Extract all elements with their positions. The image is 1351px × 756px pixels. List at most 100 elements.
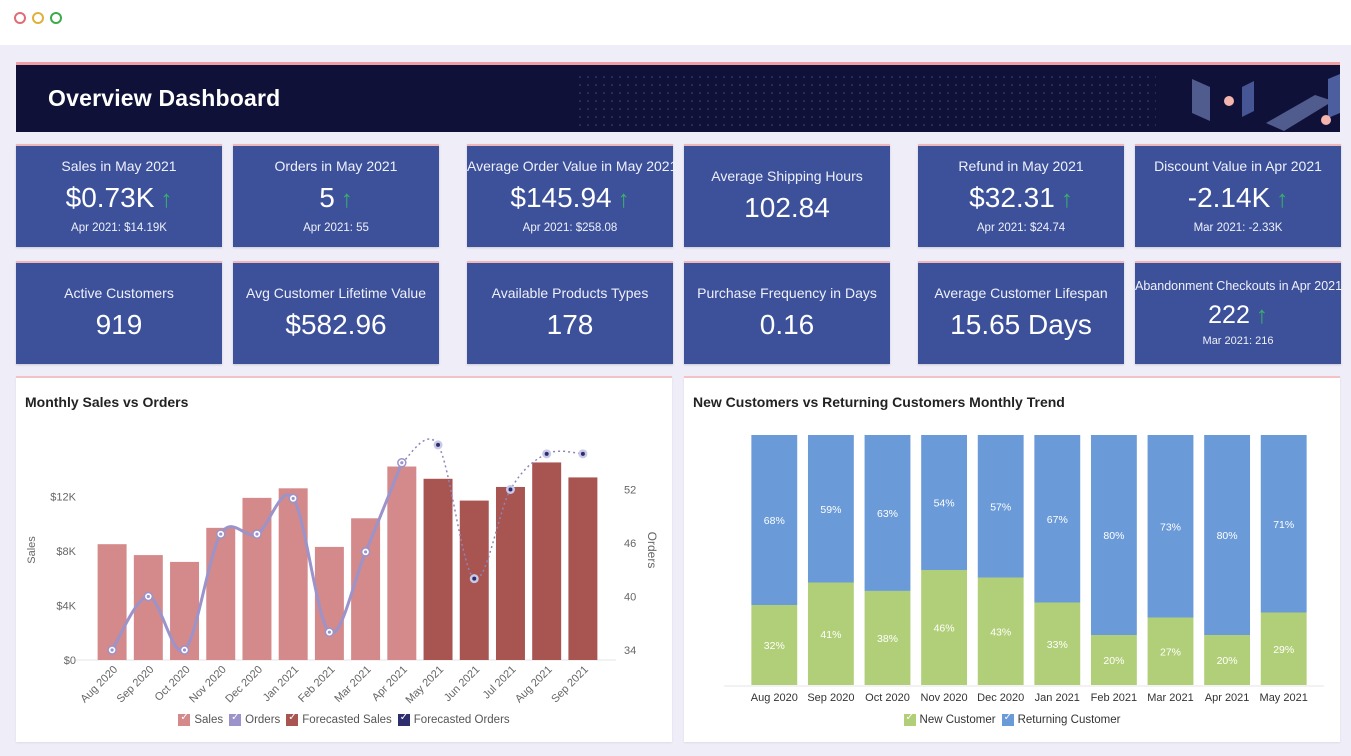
x-tick-label: Jan 2021 bbox=[1035, 692, 1080, 704]
kpi-value: 15.65 Days bbox=[950, 309, 1092, 340]
kpi-title: Orders in May 2021 bbox=[274, 158, 398, 174]
new-customer-data-label: 33% bbox=[1047, 639, 1068, 651]
kpi-card[interactable]: Sales in May 2021 $0.73K ↑ Apr 2021: $14.19… bbox=[16, 144, 222, 247]
kpi-value-row: 102.84 bbox=[684, 192, 890, 224]
banner-decoration-icon bbox=[1192, 74, 1340, 131]
orders-point-center bbox=[327, 630, 331, 634]
sales-bar bbox=[97, 544, 127, 660]
x-tick-label: Feb 2021 bbox=[296, 664, 337, 705]
new-customer-data-label: 41% bbox=[820, 629, 841, 641]
legend-checkbox-icon[interactable] bbox=[1001, 712, 1014, 726]
x-tick-label: Oct 2020 bbox=[865, 692, 910, 704]
x-tick-label: May 2021 bbox=[404, 664, 447, 707]
kpi-value-row: $145.94 ↑ bbox=[467, 182, 673, 214]
kpi-card[interactable]: Orders in May 2021 5 ↑ Apr 2021: 55 bbox=[233, 144, 439, 247]
x-tick-label: Sep 2020 bbox=[807, 692, 854, 704]
y-axis-label: Sales bbox=[26, 536, 38, 564]
x-tick-label: Jan 2021 bbox=[261, 664, 301, 704]
kpi-value-row: 0.16 bbox=[684, 309, 890, 341]
x-tick-label: Nov 2020 bbox=[187, 664, 229, 706]
forecasted-orders-point-center bbox=[472, 576, 477, 581]
legend-checkbox-icon[interactable] bbox=[178, 712, 191, 726]
kpi-value: 919 bbox=[95, 309, 143, 340]
legend-checkbox-icon[interactable] bbox=[903, 712, 916, 726]
kpi-comparison: Apr 2021: $24.74 bbox=[976, 222, 1066, 234]
trend-up-arrow-icon: ↑ bbox=[1060, 186, 1073, 213]
kpi-comparison: Apr 2021: 55 bbox=[303, 222, 369, 234]
trend-up-arrow-icon: ↑ bbox=[617, 186, 630, 213]
kpi-title: Sales in May 2021 bbox=[61, 158, 177, 174]
y-tick-label: $8K bbox=[56, 546, 76, 558]
forecasted-sales-bar bbox=[423, 478, 453, 660]
x-tick-label: Sep 2021 bbox=[549, 664, 591, 706]
forecasted-orders-point-center bbox=[508, 487, 513, 492]
kpi-card[interactable]: Refund in May 2021 $32.31 ↑ Apr 2021: $24.7… bbox=[918, 144, 1124, 247]
legend-label: Orders bbox=[245, 714, 281, 726]
chart-legend: New Customer Returning Customer bbox=[684, 712, 1340, 729]
forecasted-sales-bar bbox=[532, 462, 562, 660]
legend-checkbox-icon[interactable] bbox=[229, 712, 242, 726]
legend-item[interactable]: Orders bbox=[229, 712, 281, 726]
kpi-card[interactable]: Avg Customer Lifetime Value $582.96 bbox=[233, 261, 439, 364]
orders-point-center bbox=[291, 496, 295, 501]
kpi-title: Average Order Value in May 2021 bbox=[467, 158, 678, 174]
orders-point-center bbox=[110, 648, 114, 652]
kpi-value-row: $582.96 bbox=[233, 309, 439, 341]
kpi-title: Purchase Frequency in Days bbox=[697, 285, 877, 301]
legend-item[interactable]: Forecasted Sales bbox=[286, 712, 392, 726]
legend-item[interactable]: Forecasted Orders bbox=[397, 712, 510, 726]
sales-bar bbox=[387, 466, 417, 660]
legend-checkbox-icon[interactable] bbox=[286, 712, 299, 726]
maximize-window-button[interactable] bbox=[50, 12, 62, 24]
kpi-card[interactable]: Purchase Frequency in Days 0.16 bbox=[684, 261, 890, 364]
kpi-card[interactable]: Active Customers 919 bbox=[16, 261, 222, 364]
new-customer-data-label: 32% bbox=[764, 640, 785, 652]
dashboard-banner: Overview Dashboard bbox=[16, 62, 1340, 132]
sales-bar bbox=[206, 527, 236, 660]
x-tick-label: Sep 2020 bbox=[115, 664, 157, 706]
kpi-card[interactable]: Average Customer Lifespan 15.65 Days bbox=[918, 261, 1124, 364]
kpi-title: Avg Customer Lifetime Value bbox=[245, 285, 426, 301]
kpi-value: $0.73K bbox=[65, 182, 155, 213]
kpi-value: 5 bbox=[319, 182, 335, 213]
legend-label: New Customer bbox=[919, 714, 996, 726]
kpi-comparison: Apr 2021: $258.08 bbox=[522, 222, 618, 234]
legend-item[interactable]: New Customer bbox=[903, 712, 996, 726]
kpi-card[interactable]: Average Shipping Hours 102.84 bbox=[684, 144, 890, 247]
new-customer-data-label: 20% bbox=[1217, 655, 1238, 667]
kpi-card[interactable]: Discount Value in Apr 2021 -2.14K ↑ Mar 202… bbox=[1135, 144, 1341, 247]
orders-point-center bbox=[255, 532, 259, 536]
y2-tick-label: 40 bbox=[624, 592, 636, 604]
kpi-comparison: Mar 2021: 216 bbox=[1202, 335, 1274, 347]
banner-dot-pattern bbox=[576, 73, 1156, 127]
forecasted-orders-point-center bbox=[580, 451, 585, 456]
returning-customer-data-label: 63% bbox=[877, 508, 898, 520]
forecasted-sales-bar bbox=[495, 486, 525, 660]
kpi-value-row: 15.65 Days bbox=[918, 309, 1124, 341]
kpi-value: $145.94 bbox=[510, 182, 612, 213]
page-title: Overview Dashboard bbox=[48, 85, 281, 111]
x-tick-label: May 2021 bbox=[1260, 692, 1308, 704]
returning-customer-data-label: 54% bbox=[934, 498, 955, 510]
new-customer-data-label: 20% bbox=[1103, 655, 1124, 667]
kpi-title: Active Customers bbox=[64, 285, 174, 301]
kpi-value-row: -2.14K ↑ bbox=[1135, 182, 1341, 214]
kpi-card[interactable]: Available Products Types 178 bbox=[467, 261, 673, 364]
legend-item[interactable]: Returning Customer bbox=[1001, 712, 1120, 726]
new-vs-returning-customers-panel: New Customers vs Returning Customers Mon… bbox=[684, 376, 1340, 742]
kpi-value: $582.96 bbox=[285, 309, 387, 340]
returning-customer-data-label: 80% bbox=[1103, 530, 1124, 542]
minimize-window-button[interactable] bbox=[32, 12, 44, 24]
kpi-card[interactable]: Abandonment Checkouts in Apr 2021 222 ↑ Mar… bbox=[1135, 261, 1342, 364]
x-tick-label: Dec 2020 bbox=[223, 664, 265, 706]
kpi-value: 222 bbox=[1208, 301, 1250, 329]
close-window-button[interactable] bbox=[14, 12, 26, 24]
legend-label: Forecasted Orders bbox=[413, 714, 510, 726]
kpi-card[interactable]: Average Order Value in May 2021 $145.94 ↑ A… bbox=[467, 144, 678, 247]
kpi-value: $32.31 bbox=[969, 182, 1055, 213]
legend-item[interactable]: Sales bbox=[178, 712, 223, 726]
kpi-value-row: 222 ↑ bbox=[1135, 301, 1341, 330]
kpi-value-row: $0.73K ↑ bbox=[16, 182, 222, 214]
legend-checkbox-icon[interactable] bbox=[397, 712, 410, 726]
kpi-value: -2.14K bbox=[1187, 182, 1271, 213]
